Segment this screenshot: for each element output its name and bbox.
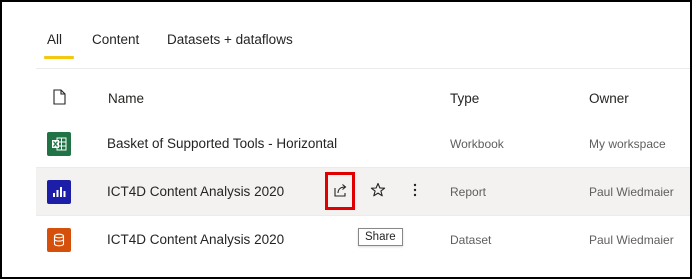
column-header-name[interactable]: Name xyxy=(108,91,144,106)
table-row[interactable]: Basket of Supported Tools - Horizontal W… xyxy=(36,120,690,168)
item-name[interactable]: Basket of Supported Tools - Horizontal xyxy=(107,136,337,151)
more-options-button[interactable] xyxy=(402,179,428,205)
tab-datasets-dataflows[interactable]: Datasets + dataflows xyxy=(167,32,293,47)
column-header-type[interactable]: Type xyxy=(450,91,479,106)
item-type: Workbook xyxy=(450,137,504,151)
column-header-owner[interactable]: Owner xyxy=(589,91,629,106)
share-highlight-box xyxy=(325,172,355,210)
item-owner: My workspace xyxy=(589,137,666,151)
excel-workbook-icon xyxy=(47,132,71,156)
tab-all[interactable]: All xyxy=(47,32,62,47)
item-owner: Paul Wiedmaier xyxy=(589,185,674,199)
favorite-button[interactable] xyxy=(365,179,391,205)
more-vertical-icon xyxy=(413,182,417,203)
share-tooltip: Share xyxy=(358,228,403,246)
header-divider xyxy=(36,68,690,69)
item-type: Report xyxy=(450,185,487,199)
item-owner: Paul Wiedmaier xyxy=(589,233,674,247)
item-name[interactable]: ICT4D Content Analysis 2020 xyxy=(107,232,284,247)
dataset-icon xyxy=(47,228,71,252)
content-tabs: All Content Datasets + dataflows xyxy=(2,2,690,62)
item-type: Dataset xyxy=(450,233,492,247)
workspace-content-list: All Content Datasets + dataflows Name Ty… xyxy=(0,0,692,279)
report-icon xyxy=(47,180,71,204)
tab-content[interactable]: Content xyxy=(92,32,139,47)
active-tab-indicator xyxy=(44,56,74,59)
item-name[interactable]: ICT4D Content Analysis 2020 xyxy=(107,184,284,199)
file-type-column-icon[interactable] xyxy=(53,89,66,110)
table-row[interactable]: ICT4D Content Analysis 2020 Report Paul … xyxy=(36,168,690,216)
star-icon xyxy=(370,182,386,203)
